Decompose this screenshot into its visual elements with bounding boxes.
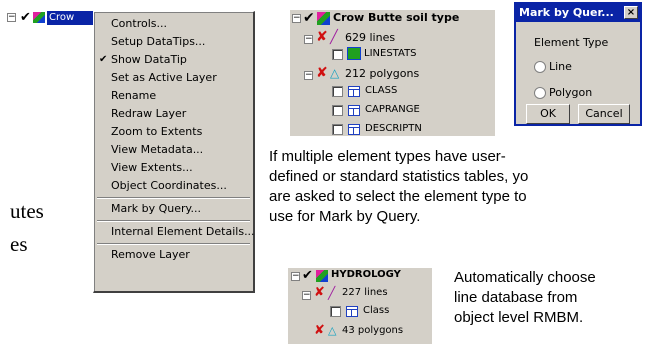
hidden-x-icon[interactable]: ✘ xyxy=(314,323,325,338)
visibility-check-icon[interactable]: ✔ xyxy=(303,10,315,26)
class-table-label: CLASS xyxy=(365,85,398,96)
layer-context-menu: Controls... Setup DataTips... ✔ Show Dat… xyxy=(93,11,255,293)
polygons-count-label: 212 polygons xyxy=(345,67,420,80)
close-icon[interactable]: × xyxy=(624,6,638,19)
polygon-element-icon: △ xyxy=(330,66,340,80)
menu-item-label: Object Coordinates... xyxy=(111,179,227,192)
menu-item-label: Internal Element Details... xyxy=(111,225,255,238)
collapse-box-icon[interactable]: − xyxy=(292,14,301,23)
linestats-table-label: LINESTATS xyxy=(364,48,417,59)
cancel-button[interactable]: Cancel xyxy=(578,104,630,124)
collapse-box-icon[interactable]: − xyxy=(304,35,313,44)
lines-count-label: 629 lines xyxy=(345,31,396,44)
menu-item-label: View Extents... xyxy=(111,161,193,174)
table-icon xyxy=(348,124,360,135)
caption-line: use for Mark by Query. xyxy=(269,208,421,225)
collapse-box-icon[interactable]: − xyxy=(304,71,313,80)
collapse-box-icon[interactable]: − xyxy=(291,272,300,281)
layer-title[interactable]: HYDROLOGY xyxy=(331,269,401,280)
caprange-table-label: CAPRANGE xyxy=(365,104,420,115)
menu-item-label: Mark by Query... xyxy=(111,202,201,215)
caption-line: defined or standard statistics tables, y… xyxy=(269,168,529,185)
menu-item-label: Redraw Layer xyxy=(111,107,187,120)
menu-item-redraw-layer[interactable]: Redraw Layer xyxy=(94,105,253,123)
menu-item-mark-by-query[interactable]: Mark by Query... xyxy=(94,200,253,218)
collapse-box-icon[interactable]: − xyxy=(302,291,311,300)
line-element-icon: ╱ xyxy=(330,30,338,45)
layer-thumbnail-icon xyxy=(317,12,330,25)
menu-item-label: View Metadata... xyxy=(111,143,204,156)
menu-item-remove-layer[interactable]: Remove Layer xyxy=(94,246,253,264)
line-element-icon: ╱ xyxy=(328,286,336,300)
line-radio[interactable] xyxy=(534,61,546,73)
menu-item-label: Setup DataTips... xyxy=(111,35,206,48)
left-layer-label: Crow xyxy=(49,12,75,23)
dialog-titlebar: Mark by Quer... xyxy=(516,4,640,22)
caption-line: Automatically choose xyxy=(454,269,596,286)
menu-item-label: Zoom to Extents xyxy=(111,125,203,138)
menu-item-set-active-layer[interactable]: Set as Active Layer xyxy=(94,69,253,87)
partial-text-line2: es xyxy=(10,232,28,256)
caption-line: line database from xyxy=(454,289,578,306)
ok-button[interactable]: OK xyxy=(526,104,570,124)
line-radio-label[interactable]: Line xyxy=(549,60,572,73)
hidden-x-icon[interactable]: ✘ xyxy=(314,285,325,300)
menu-item-show-datatip[interactable]: ✔ Show DataTip xyxy=(94,51,253,69)
polygons-count-label: 43 polygons xyxy=(342,325,404,336)
element-type-label: Element Type xyxy=(534,36,609,49)
menu-separator xyxy=(97,197,250,199)
visibility-check-icon[interactable]: ✔ xyxy=(20,10,31,25)
lines-count-label: 227 lines xyxy=(342,287,388,298)
menu-item-object-coordinates[interactable]: Object Coordinates... xyxy=(94,177,253,195)
visibility-check-icon[interactable]: ✔ xyxy=(302,268,313,283)
menu-item-label: Set as Active Layer xyxy=(111,71,217,84)
menu-item-view-metadata[interactable]: View Metadata... xyxy=(94,141,253,159)
menu-separator xyxy=(97,243,250,245)
polygon-element-icon: △ xyxy=(328,324,337,337)
polygon-radio[interactable] xyxy=(534,87,546,99)
class-table-label: Class xyxy=(363,305,390,316)
caption-line: object level RMBM. xyxy=(454,309,584,326)
menu-item-setup-datatips[interactable]: Setup DataTips... xyxy=(94,33,253,51)
mark-by-query-dialog: Mark by Quer... × Element Type Line Poly… xyxy=(514,2,642,126)
menu-separator xyxy=(97,220,250,222)
layer-title[interactable]: Crow Butte soil type xyxy=(333,11,459,24)
caption-line: are asked to select the element type to xyxy=(269,188,527,205)
polygon-radio-label[interactable]: Polygon xyxy=(549,86,592,99)
table-icon xyxy=(348,105,360,116)
menu-item-label: Remove Layer xyxy=(111,248,190,261)
caption-paragraph-1: If multiple element types have user- def… xyxy=(269,147,649,227)
menu-item-view-extents[interactable]: View Extents... xyxy=(94,159,253,177)
partial-text-line1: utes xyxy=(10,199,44,223)
table-icon xyxy=(346,306,358,317)
table-checkbox[interactable] xyxy=(332,105,343,116)
hidden-x-icon[interactable]: ✘ xyxy=(316,65,328,81)
menu-item-internal-element-details[interactable]: Internal Element Details... xyxy=(94,223,255,241)
table-checkbox[interactable] xyxy=(332,86,343,97)
table-checkbox[interactable] xyxy=(332,49,343,60)
stats-table-icon xyxy=(347,47,361,60)
layer-tree-hydrology: − ✔ HYDROLOGY − ✘ ╱ 227 lines Class ✘ △ … xyxy=(288,268,432,344)
collapse-box-icon[interactable]: − xyxy=(7,13,16,22)
table-icon xyxy=(348,86,360,97)
descriptn-table-label: DESCRIPTN xyxy=(365,123,422,134)
menu-item-label: Controls... xyxy=(111,17,167,30)
layer-thumbnail-icon xyxy=(33,12,45,23)
table-checkbox[interactable] xyxy=(330,306,341,317)
table-checkbox[interactable] xyxy=(332,124,343,135)
hidden-x-icon[interactable]: ✘ xyxy=(316,29,328,45)
caption-line: If multiple element types have user- xyxy=(269,148,506,165)
caption-paragraph-2: Automatically choose line database from … xyxy=(454,268,649,328)
dialog-title: Mark by Quer... xyxy=(519,6,614,19)
menu-item-label: Rename xyxy=(111,89,157,102)
layer-thumbnail-icon xyxy=(316,270,328,282)
menu-item-controls[interactable]: Controls... xyxy=(94,15,253,33)
checkmark-icon: ✔ xyxy=(99,54,108,65)
menu-item-rename[interactable]: Rename xyxy=(94,87,253,105)
layer-tree-crow-butte: − ✔ Crow Butte soil type − ✘ ╱ 629 lines… xyxy=(290,10,495,136)
menu-item-label: Show DataTip xyxy=(111,53,187,66)
menu-item-zoom-to-extents[interactable]: Zoom to Extents xyxy=(94,123,253,141)
